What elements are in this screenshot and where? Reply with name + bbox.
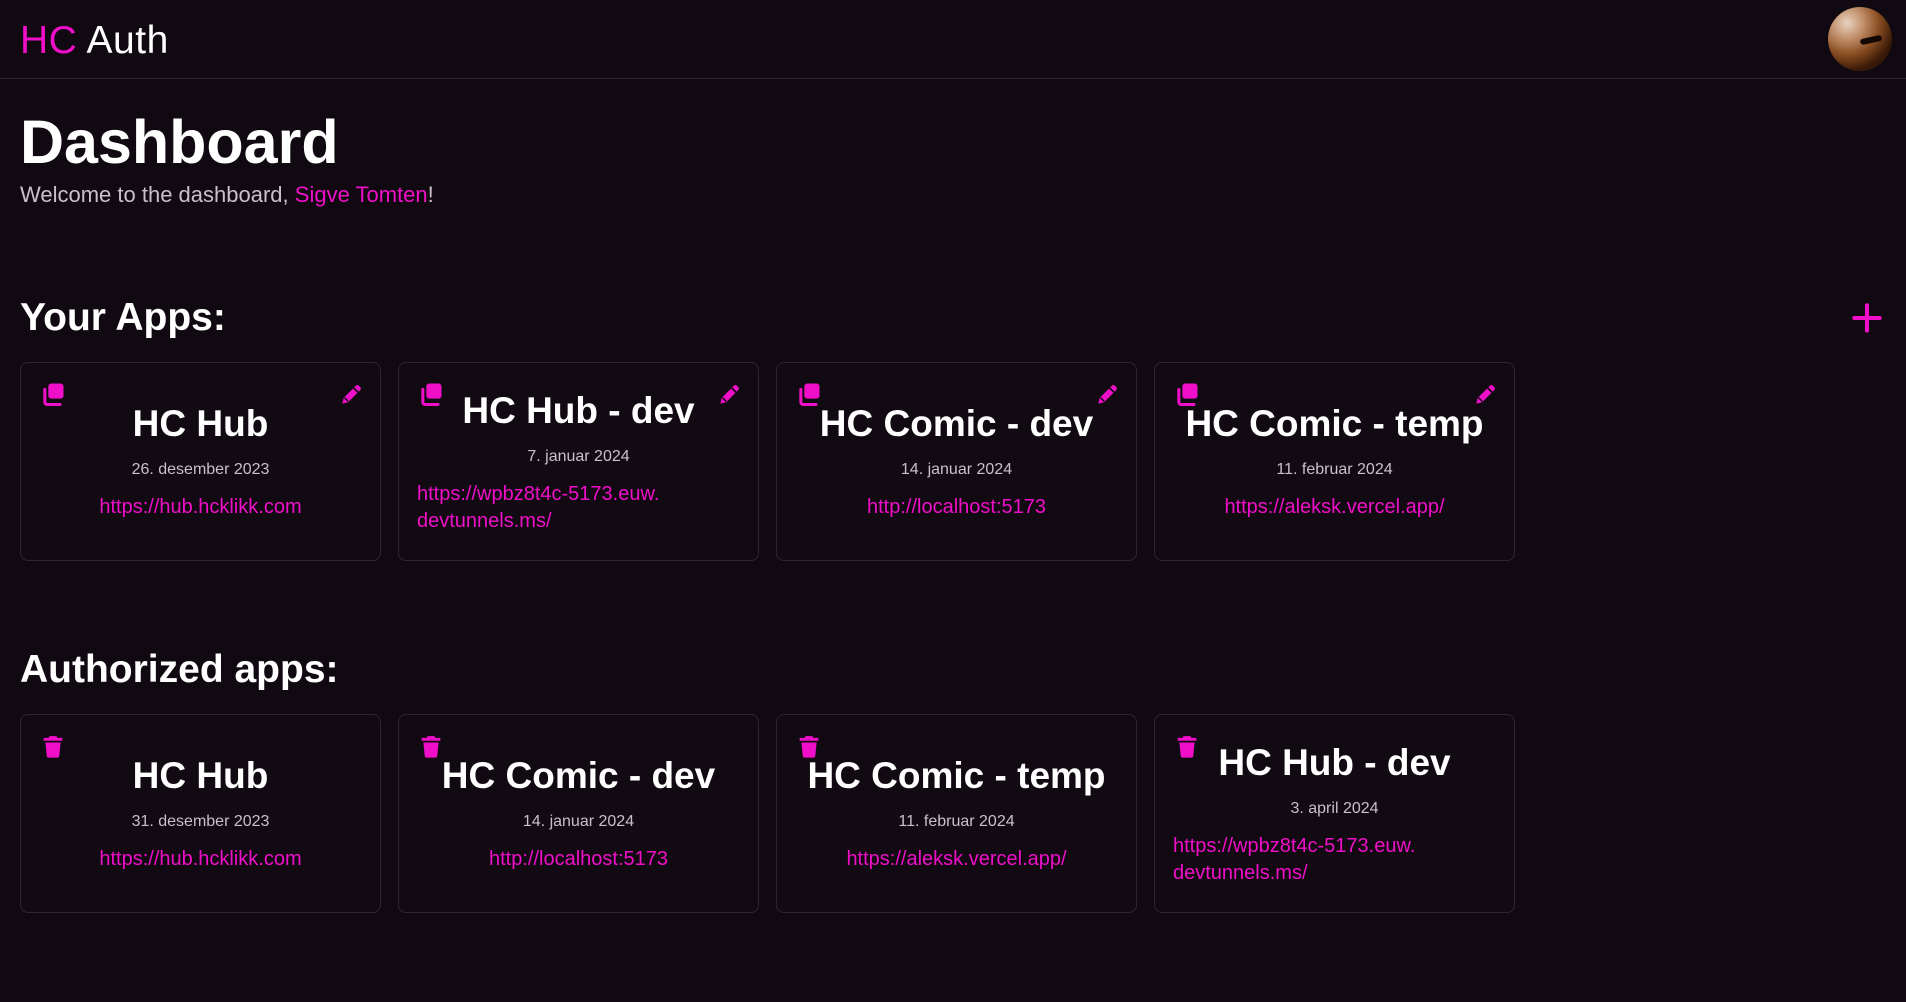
app-date: 3. april 2024 <box>1290 799 1379 817</box>
app-url-link[interactable]: https://aleksk.vercel.app/ <box>846 846 1066 873</box>
page-title: Dashboard <box>20 108 339 176</box>
app-date: 26. desember 2023 <box>131 461 270 478</box>
copy-icon[interactable] <box>795 380 823 408</box>
avatar[interactable] <box>1828 7 1892 71</box>
pencil-icon[interactable] <box>716 382 742 408</box>
brand-rest: Auth <box>77 19 169 62</box>
trash-icon[interactable] <box>1173 732 1201 760</box>
app-card: HC Comic - temp 11. februar 2024 https:/… <box>1154 362 1515 561</box>
app-url-link[interactable]: http://localhost:5173 <box>489 846 668 873</box>
authorized-app-card: HC Comic - dev 14. januar 2024 http://lo… <box>398 714 759 913</box>
app-name: HC Hub - dev <box>1218 741 1451 783</box>
app-name: HC Comic - dev <box>819 403 1094 444</box>
pencil-icon[interactable] <box>1094 382 1120 408</box>
authorized-app-card: HC Comic - temp 11. februar 2024 https:/… <box>776 714 1137 913</box>
top-bar: HC Auth <box>0 0 1906 79</box>
your-apps-grid: HC Hub 26. desember 2023 https://hub.hck… <box>20 362 1515 561</box>
app-card: HC Hub - dev 7. januar 2024 https://wpbz… <box>398 362 759 561</box>
app-card: HC Hub 26. desember 2023 https://hub.hck… <box>20 362 381 561</box>
trash-icon[interactable] <box>39 732 67 760</box>
user-name: Sigve Tomten <box>294 182 428 207</box>
app-date: 14. januar 2024 <box>522 813 635 830</box>
app-name: HC Comic - dev <box>441 755 716 796</box>
app-date: 14. januar 2024 <box>900 461 1013 478</box>
authorized-apps-grid: HC Hub 31. desember 2023 https://hub.hck… <box>20 714 1515 913</box>
brand-accent: HC <box>20 19 78 62</box>
brand-logo[interactable]: HC Auth <box>20 18 169 64</box>
authorized-app-card: HC Hub 31. desember 2023 https://hub.hck… <box>20 714 381 913</box>
copy-icon[interactable] <box>1173 380 1201 408</box>
app-date: 7. januar 2024 <box>527 447 630 465</box>
app-date: 31. desember 2023 <box>131 813 270 830</box>
app-name: HC Comic - temp <box>807 755 1106 796</box>
copy-icon[interactable] <box>417 380 445 408</box>
app-name: HC Hub <box>132 403 269 444</box>
app-url-link[interactable]: https://hub.hcklikk.com <box>99 846 301 873</box>
trash-icon[interactable] <box>795 732 823 760</box>
welcome-suffix: ! <box>427 182 434 207</box>
app-url-link[interactable]: https://wpbz8t4c-5173.euw.devtunnels.ms/ <box>1173 833 1418 887</box>
pencil-icon[interactable] <box>338 382 364 408</box>
copy-icon[interactable] <box>39 380 67 408</box>
app-date: 11. februar 2024 <box>1276 461 1393 478</box>
plus-icon <box>1852 303 1882 333</box>
app-url-link[interactable]: https://hub.hcklikk.com <box>99 494 301 521</box>
app-date: 11. februar 2024 <box>898 813 1015 830</box>
authorized-apps-heading: Authorized apps: <box>20 648 339 691</box>
pencil-icon[interactable] <box>1472 382 1498 408</box>
app-name: HC Hub - dev <box>462 389 695 431</box>
app-url-link[interactable]: https://wpbz8t4c-5173.euw.devtunnels.ms/ <box>417 481 662 535</box>
welcome-message: Welcome to the dashboard, Sigve Tomten! <box>20 181 434 209</box>
welcome-prefix: Welcome to the dashboard, <box>20 182 295 207</box>
app-card: HC Comic - dev 14. januar 2024 http://lo… <box>776 362 1137 561</box>
app-url-link[interactable]: https://aleksk.vercel.app/ <box>1224 494 1444 521</box>
app-name: HC Comic - temp <box>1185 403 1484 444</box>
trash-icon[interactable] <box>417 732 445 760</box>
your-apps-heading: Your Apps: <box>20 296 226 339</box>
app-url-link[interactable]: http://localhost:5173 <box>867 494 1046 521</box>
app-name: HC Hub <box>132 755 269 796</box>
add-app-button[interactable] <box>1848 299 1886 337</box>
authorized-app-card: HC Hub - dev 3. april 2024 https://wpbz8… <box>1154 714 1515 913</box>
